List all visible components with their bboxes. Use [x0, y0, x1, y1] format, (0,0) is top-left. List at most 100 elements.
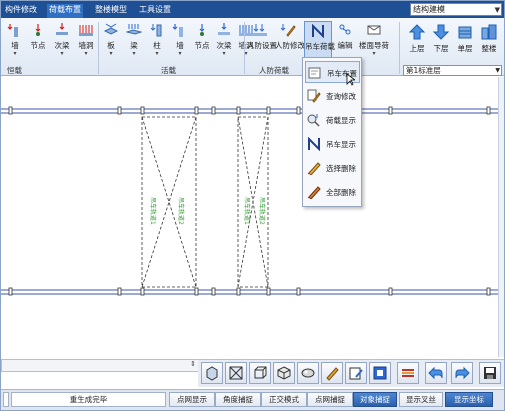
toggle-angle-snap[interactable]: 角度捕捉	[215, 392, 261, 407]
select-delete-icon	[307, 162, 321, 175]
view-iso-icon	[277, 366, 291, 380]
wall-opening-load-icon	[79, 25, 93, 36]
dead-load-node-button[interactable]: 节点	[27, 21, 49, 59]
crane-label-bay2-right: 吊车轨道2	[258, 197, 266, 225]
toggle-point-grid-snap[interactable]: 点网捕捉	[307, 392, 353, 407]
tab-whole-model[interactable]: 整楼模型	[93, 4, 129, 18]
module-combo[interactable]: 结构建模 ▼	[410, 3, 502, 16]
paint-button[interactable]	[321, 362, 343, 384]
menu-item-query-modify-label: 查询修改	[326, 92, 356, 101]
menu-item-crane-display-label: 吊车显示	[326, 140, 356, 149]
chevron-down-icon: ▾	[372, 50, 376, 57]
redo-button[interactable]	[451, 362, 473, 384]
tab-component-modify[interactable]: 构件修改	[3, 4, 39, 18]
standard-floor-select[interactable]: 第1标准层 ▼	[403, 65, 502, 76]
menu-item-select-delete[interactable]: 选择删除	[305, 157, 360, 179]
civil-defense-settings-button[interactable]: 人防设置	[247, 21, 277, 59]
ribbon-separator	[399, 22, 400, 74]
menu-item-delete-all[interactable]: 全部删除	[305, 181, 360, 203]
view-box-icon	[254, 366, 267, 379]
toggle-point-grid-display[interactable]: 点网显示	[169, 392, 215, 407]
down-floor-icon	[432, 24, 450, 40]
drawing-canvas[interactable]: 吊车轨道1 吊车轨道2 吊车轨道1 吊车轨道2	[1, 77, 498, 357]
whole-building-button[interactable]: 整楼	[478, 22, 500, 60]
standard-floor-value: 第1标准层	[406, 66, 441, 75]
toggle-show-coordinates[interactable]: 显示坐标	[445, 392, 493, 407]
canvas-vertical-scrollbar[interactable]	[498, 77, 504, 357]
crane-label-bay1-left: 吊车轨道1	[149, 197, 157, 225]
live-load-node-label: 节点	[194, 41, 210, 50]
crane-display-icon	[308, 137, 320, 151]
chevron-down-icon: ▾	[84, 50, 88, 57]
ribbon-tab-bar: 构件修改 荷载布置 整楼模型 工具设置 结构建模 ▼	[1, 1, 504, 18]
tab-tool-settings[interactable]: 工具设置	[137, 4, 173, 18]
chevron-down-icon: ▾	[60, 50, 64, 57]
live-load-column-button[interactable]: 柱 ▾	[146, 21, 168, 59]
menu-item-query-modify[interactable]: 查询修改	[305, 85, 360, 107]
undo-button[interactable]	[425, 362, 447, 384]
command-line-input[interactable]: ⇕	[1, 359, 199, 372]
dimension-button[interactable]	[397, 362, 419, 384]
down-floor-button[interactable]: 下层	[430, 22, 452, 60]
tab-load-layout[interactable]: 荷载布置	[47, 4, 83, 18]
crane-label-bay1-right: 吊车轨道2	[177, 197, 185, 225]
dead-load-wall-button[interactable]: 墙 ▾	[4, 21, 26, 59]
crane-load-icon	[312, 24, 324, 38]
edit-note-button[interactable]	[345, 362, 367, 384]
floor-navigation: 上层 下层 单层 整楼	[403, 20, 503, 63]
single-floor-button[interactable]: 单层	[454, 22, 476, 60]
slab-live-load-icon	[103, 23, 119, 35]
dead-load-wall-opening-button[interactable]: 墙洞 ▾	[75, 21, 97, 59]
toggle-show-crosshair[interactable]: 显示叉丝	[399, 392, 443, 407]
grid-select-button[interactable]	[369, 362, 391, 384]
toggle-object-snap[interactable]: 对象捕捉	[353, 392, 397, 407]
crane-load-label: 吊车荷载	[305, 42, 335, 51]
crane-layout-icon	[308, 67, 321, 79]
secondary-beam-load-icon	[56, 23, 68, 35]
grid-select-icon	[373, 366, 387, 380]
single-floor-icon	[458, 26, 472, 39]
down-floor-label: 下层	[433, 44, 449, 53]
redo-icon	[455, 366, 470, 380]
live-load-wall-button[interactable]: 墙 ▾	[169, 21, 191, 59]
live-load-secondary-beam-button[interactable]: 次梁 ▾	[213, 21, 235, 59]
live-load-slab-button[interactable]: 板 ▾	[100, 21, 122, 59]
civil-defense-modify-label: 人防修改	[275, 41, 305, 50]
civil-defense-modify-button[interactable]: 人防修改	[275, 21, 305, 59]
undo-icon	[428, 366, 443, 380]
view-render-button[interactable]	[297, 362, 319, 384]
application-window: 构件修改 荷载布置 整楼模型 工具设置 结构建模 ▼ 墙 ▾ 节点 次梁 ▾ 墙…	[0, 0, 505, 411]
wall-live-load-icon	[172, 24, 183, 37]
menu-item-load-display[interactable]: 荷载显示	[305, 109, 360, 131]
floor-load-transfer-button[interactable]: 楼面导荷 ▾	[359, 21, 389, 59]
node-load-icon	[35, 24, 41, 36]
crane-load-button[interactable]: 吊车荷载	[304, 21, 335, 59]
dead-load-secondary-beam-button[interactable]: 次梁 ▾	[51, 21, 73, 59]
view-iso-button[interactable]	[273, 362, 295, 384]
menu-item-crane-display[interactable]: 吊车显示	[305, 133, 360, 155]
group-label-dead-load: 恒载	[7, 66, 22, 75]
edit-note-icon	[349, 367, 363, 380]
chevron-down-icon: ▼	[494, 6, 500, 14]
column-live-load-icon	[150, 24, 162, 37]
wall-load-icon	[7, 24, 18, 37]
toggle-ortho-mode[interactable]: 正交模式	[261, 392, 307, 407]
view-plan-button[interactable]	[225, 362, 247, 384]
ribbon-separator	[244, 22, 245, 74]
whole-building-label: 整楼	[481, 44, 497, 53]
up-floor-button[interactable]: 上层	[406, 22, 428, 60]
node-live-load-icon	[199, 24, 205, 36]
view-box-button[interactable]	[249, 362, 271, 384]
view-toolbar	[198, 359, 504, 387]
save-button[interactable]	[479, 362, 501, 384]
chevron-down-icon: ▾	[132, 50, 136, 57]
mouse-cursor-icon	[346, 73, 355, 86]
menu-item-delete-all-label: 全部删除	[326, 188, 356, 197]
view-3d-front-button[interactable]	[201, 362, 223, 384]
chevron-down-icon: ▾	[13, 50, 17, 57]
crane-label-bay2-left: 吊车轨道1	[243, 197, 251, 225]
live-load-node-button[interactable]: 节点	[191, 21, 213, 59]
edit-button[interactable]: 编辑	[334, 21, 356, 59]
live-load-beam-button[interactable]: 梁 ▾	[123, 21, 145, 59]
up-floor-label: 上层	[409, 44, 425, 53]
